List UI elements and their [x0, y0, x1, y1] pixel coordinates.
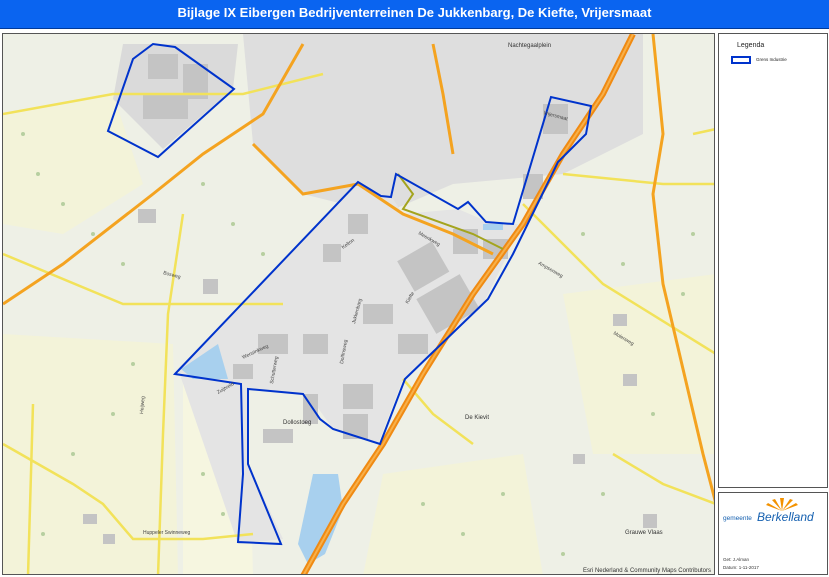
legend-boundary-label: Grens Industrie	[756, 57, 787, 62]
date-label: Datum: 1-11-2017	[723, 565, 759, 570]
map-title: Bijlage IX Eibergen Bedrijventerreinen D…	[177, 5, 652, 20]
logo-berkelland-text: Berkelland	[757, 510, 814, 524]
title-bar: Bijlage IX Eibergen Bedrijventerreinen D…	[0, 0, 829, 29]
label-huppeler-swinneweg: Huppeler Swinneweg	[143, 530, 190, 536]
map-credit: Esri Nederland & Community Maps Contribu…	[582, 568, 711, 574]
author-label: Get: J.Alman	[723, 557, 750, 562]
legend-panel: Legenda Grens Industrie	[718, 33, 828, 488]
map-canvas[interactable]: Nachtegaalplein De Kievit Dollostoeg Gra…	[3, 34, 715, 575]
label-grauwe-vlaas: Grauwe Vlaas	[625, 530, 663, 536]
map-frame[interactable]: Nachtegaalplein De Kievit Dollostoeg Gra…	[2, 33, 715, 575]
label-nachtegaalplein: Nachtegaalplein	[508, 43, 551, 49]
legend-boundary-swatch	[731, 56, 751, 64]
label-dollostoeg: Dollostoeg	[283, 420, 311, 426]
logo-panel: gemeente Berkelland Get: J.Alman Datum: …	[718, 492, 828, 575]
legend-title: Legenda	[737, 42, 765, 49]
logo-gemeente-text: gemeente	[723, 515, 752, 522]
label-de-kievit: De Kievit	[465, 415, 489, 421]
